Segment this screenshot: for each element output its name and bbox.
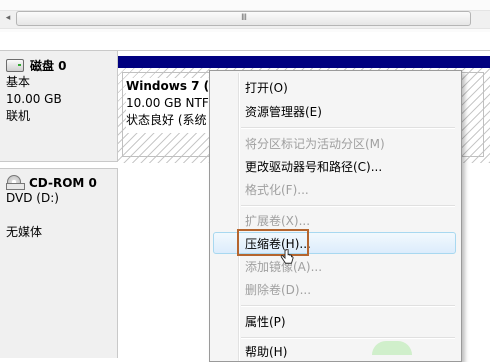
partition-status: 状态良好 (系统 — [126, 113, 207, 127]
menu-separator — [241, 305, 455, 307]
hand-cursor-icon — [280, 249, 294, 264]
scroll-left-arrow-icon[interactable]: ◂ — [2, 11, 14, 26]
disk-0-title: 磁盘 0 — [6, 57, 111, 74]
menu-separator — [241, 127, 455, 129]
partition-info: Windows 7 ( 10.00 GB NTF 状态良好 (系统 — [126, 78, 216, 133]
disk-0-name: 磁盘 0 — [30, 59, 67, 73]
scrollbar-grip-icon: III — [241, 13, 247, 23]
menu-item-properties[interactable]: 属性(P) — [245, 312, 286, 332]
context-menu[interactable]: 打开(O) 资源管理器(E) 将分区标记为活动分区(M) 更改驱动器号和路径(C… — [209, 70, 462, 362]
disk-0-type: 基本 — [6, 75, 31, 89]
decorative-green-shape — [372, 341, 412, 355]
partition-header-bar — [118, 56, 490, 68]
menu-item-format[interactable]: 格式化(F)... — [245, 180, 309, 200]
menu-item-extend-volume[interactable]: 扩展卷(X)... — [245, 211, 310, 231]
annotation-highlight-box — [237, 229, 309, 256]
disk-0-size: 10.00 GB — [6, 92, 62, 106]
menu-item-mark-active[interactable]: 将分区标记为活动分区(M) — [245, 134, 385, 154]
partition-size: 10.00 GB NTF — [126, 96, 209, 110]
cdrom-0-title: CD-ROM 0 — [6, 175, 111, 190]
disk-0-status: 联机 — [6, 109, 31, 123]
menu-item-help[interactable]: 帮助(H) — [245, 342, 287, 362]
menu-item-explorer[interactable]: 资源管理器(E) — [245, 102, 322, 122]
menu-item-delete-volume[interactable]: 删除卷(D)... — [245, 280, 311, 300]
menu-item-change-drive-letter[interactable]: 更改驱动器号和路径(C)... — [245, 157, 382, 177]
disk-0-label-panel[interactable]: 磁盘 0 基本 10.00 GB 联机 — [0, 50, 118, 162]
scrollbar-thumb[interactable]: III — [16, 11, 471, 26]
cdrom-0-label-panel[interactable]: CD-ROM 0 DVD (D:) 无媒体 — [0, 168, 118, 358]
cd-rom-icon — [6, 175, 25, 190]
cdrom-0-drive: DVD (D:) — [6, 191, 59, 205]
cdrom-0-spacer — [6, 207, 111, 224]
cdrom-0-name: CD-ROM 0 — [29, 175, 97, 190]
hard-disk-icon — [6, 59, 24, 72]
partition-name: Windows 7 ( — [126, 79, 210, 93]
menu-separator — [241, 337, 455, 339]
menu-item-open[interactable]: 打开(O) — [245, 78, 288, 98]
horizontal-scrollbar[interactable]: ◂ III — [0, 0, 490, 32]
menu-icon-gutter — [238, 73, 240, 361]
cdrom-0-media: 无媒体 — [6, 225, 43, 239]
menu-separator — [241, 205, 455, 207]
